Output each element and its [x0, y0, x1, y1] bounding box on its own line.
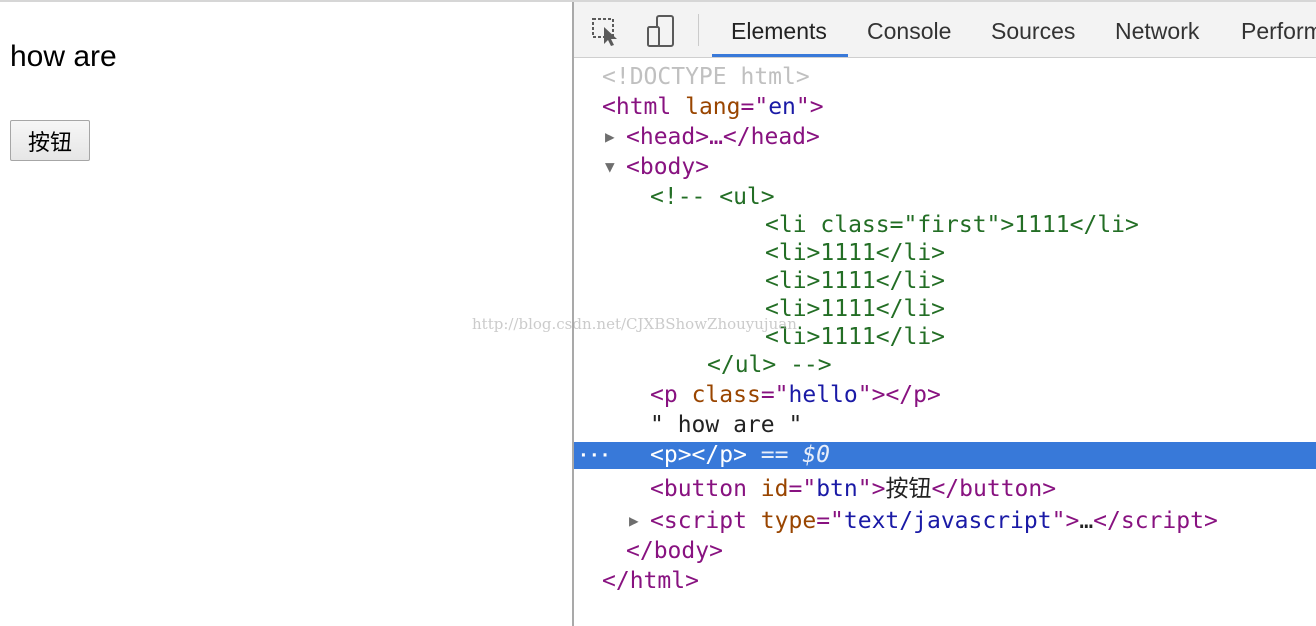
tree-doctype[interactable]: <!DOCTYPE html>	[602, 62, 810, 92]
tab-sources[interactable]: Sources	[991, 2, 1075, 57]
tree-p-selected[interactable]: <p></p> == $0	[650, 440, 830, 470]
tab-network[interactable]: Network	[1115, 2, 1199, 57]
device-toggle-icon[interactable]	[644, 14, 678, 48]
active-tab-indicator	[712, 54, 848, 57]
script-type-value: text/javascript	[843, 508, 1052, 534]
tab-console[interactable]: Console	[867, 2, 951, 57]
devtools-panel: Elements Console Sources Network Perform…	[574, 2, 1316, 626]
tree-comment-line[interactable]: <li>1111</li>	[765, 266, 945, 296]
tree-button[interactable]: <button id="btn">按钮</button>	[650, 474, 1056, 504]
selected-node-marker: == $0	[760, 442, 831, 468]
tree-comment-line[interactable]: <!-- <ul>	[650, 182, 775, 212]
tree-p-hello[interactable]: <p class="hello"></p>	[650, 380, 941, 410]
page-button[interactable]: 按钮	[10, 120, 90, 161]
page-text-how-are: how are	[10, 40, 117, 73]
toolbar-separator	[698, 14, 699, 46]
collapse-body-arrow-icon[interactable]: ▼	[605, 152, 615, 182]
tree-html-open[interactable]: <html lang="en">	[602, 92, 824, 122]
page-viewport: how are 按钮	[0, 2, 572, 626]
tree-body-close[interactable]: </body>	[626, 536, 723, 566]
inspect-cursor-icon[interactable]	[590, 14, 624, 48]
more-options-icon[interactable]: ···	[578, 442, 611, 469]
tab-performance[interactable]: Perform	[1241, 2, 1316, 57]
tree-comment-line[interactable]: <li>1111</li>	[765, 238, 945, 268]
tree-script[interactable]: <script type="text/javascript">…</script…	[650, 506, 1218, 536]
tree-comment-line[interactable]: <li class="first">1111</li>	[765, 210, 1139, 240]
p-class-value: hello	[788, 382, 858, 408]
expand-head-arrow-icon[interactable]: ▶	[605, 122, 615, 152]
tree-text-node[interactable]: " how are "	[650, 410, 802, 440]
button-text: 按钮	[885, 476, 932, 502]
html-lang-attr: lang	[685, 94, 741, 120]
tree-comment-line[interactable]: </ul> -->	[707, 350, 832, 380]
watermark: http://blog.csdn.net/CJXBShowZhouyujuan	[472, 315, 797, 333]
button-id-value: btn	[816, 476, 858, 502]
html-open-tag: <html	[602, 94, 672, 120]
tab-elements[interactable]: Elements	[731, 2, 827, 57]
expand-script-arrow-icon[interactable]: ▶	[629, 506, 639, 536]
tree-html-close[interactable]: </html>	[602, 566, 699, 596]
devtools-toolbar: Elements Console Sources Network Perform	[574, 2, 1316, 58]
html-lang-value: en	[768, 94, 796, 120]
tree-body-open[interactable]: <body>	[626, 152, 709, 182]
tree-head[interactable]: <head>…</head>	[626, 122, 820, 152]
